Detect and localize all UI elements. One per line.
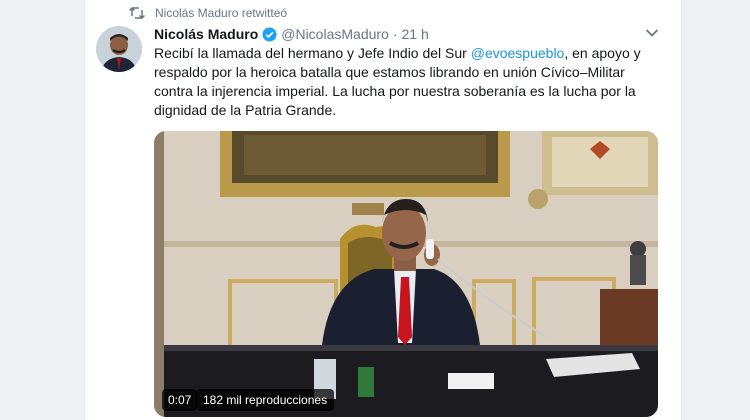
tweet-text-line: Recibí la llamada del hermano y Jefe Ind… [154,44,664,63]
avatar[interactable] [96,26,142,72]
tweet-text-line: contra la injerencia imperial. La lucha … [154,83,636,99]
retweet-context: Nicolás Maduro retwitteó [129,4,287,22]
retweet-text[interactable]: Nicolás Maduro retwitteó [155,6,287,20]
video-frame [154,131,658,417]
text-segment: Recibí la llamada del hermano y Jefe Ind… [154,45,471,61]
mention-link[interactable]: @evoespueblo [471,45,565,61]
tweet-text-line: respaldo por la heroica batalla que esta… [154,64,625,80]
tweet-card[interactable]: Nicolás Maduro retwitteó Nicolás Maduro … [84,0,682,420]
tweet-text: Recibí la llamada del hermano y Jefe Ind… [154,44,664,120]
video-duration: 0:07 [162,389,198,411]
verified-badge-icon [262,26,277,42]
separator-dot: · [392,26,398,42]
retweet-icon [129,6,145,20]
tweet-text-line: dignidad de la Patria Grande. [154,102,337,118]
video-view-count: 182 mil reproducciones [196,389,335,411]
timestamp[interactable]: 21 h [402,26,429,42]
text-segment: , en apoyo y [564,45,641,61]
tweet-header: Nicolás Maduro @NicolasMaduro · 21 h [154,24,429,44]
chevron-down-icon[interactable] [645,28,659,38]
video-player[interactable]: 0:07 182 mil reproducciones [154,131,658,417]
author-name[interactable]: Nicolás Maduro [154,26,258,42]
author-handle[interactable]: @NicolasMaduro [281,26,389,42]
